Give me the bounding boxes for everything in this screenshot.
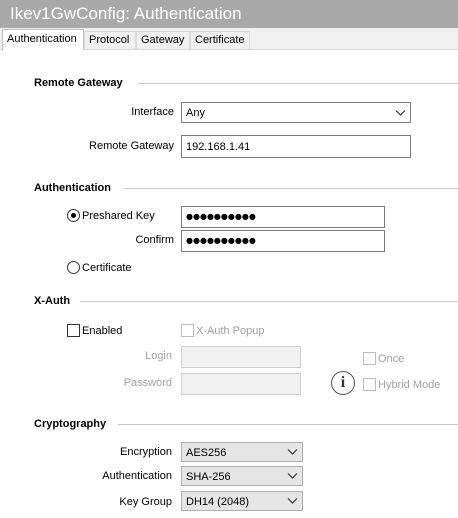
info-icon[interactable]: i: [331, 371, 355, 395]
interface-select[interactable]: Any: [181, 102, 411, 123]
key-group-select[interactable]: DH14 (2048): [181, 491, 303, 511]
hybrid-mode-label: Hybrid Mode: [378, 379, 441, 391]
interface-label: Interface: [131, 106, 174, 118]
section-divider: [124, 188, 458, 189]
encryption-select-value: AES256: [186, 447, 227, 459]
chevron-down-icon: [395, 109, 406, 116]
preshared-key-radio[interactable]: [67, 209, 80, 222]
tab-authentication[interactable]: Authentication: [2, 29, 84, 50]
key-group-select-value: DH14 (2048): [186, 496, 249, 508]
confirm-label: Confirm: [135, 234, 174, 246]
once-label: Once: [378, 353, 405, 365]
hybrid-mode-checkbox[interactable]: [363, 378, 376, 391]
once-checkbox[interactable]: [363, 352, 376, 365]
tab-certificate[interactable]: Certificate: [190, 31, 250, 49]
section-title-remote-gateway: Remote Gateway: [34, 77, 123, 89]
section-divider: [80, 301, 458, 302]
encryption-label: Encryption: [120, 446, 172, 458]
chevron-down-icon: [287, 498, 298, 504]
authentication-algo-select[interactable]: SHA-256: [181, 466, 303, 486]
xauth-enabled-label: Enabled: [82, 325, 123, 337]
key-group-label: Key Group: [119, 496, 172, 508]
section-divider: [138, 83, 458, 84]
chevron-down-icon: [287, 473, 298, 479]
password-label: Password: [123, 377, 172, 389]
remote-gateway-input[interactable]: 192.168.1.41: [181, 135, 411, 158]
certificate-radio[interactable]: [67, 261, 80, 274]
chevron-down-icon: [287, 449, 298, 455]
preshared-key-input[interactable]: ●●●●●●●●●●: [181, 206, 385, 228]
window-title: Ikev1GwConfig: Authentication: [10, 4, 242, 23]
preshared-key-label: Preshared Key: [82, 210, 155, 222]
section-title-xauth: X-Auth: [34, 295, 71, 307]
radio-selected-dot: [71, 213, 76, 218]
xauth-enabled-checkbox[interactable]: [67, 324, 80, 337]
xauth-popup-label: X-Auth Popup: [196, 325, 265, 337]
interface-select-value: Any: [186, 107, 205, 119]
xauth-popup-checkbox[interactable]: [181, 324, 194, 337]
certificate-label: Certificate: [82, 262, 132, 274]
remote-gateway-label: Remote Gateway: [89, 140, 174, 152]
login-input[interactable]: [181, 346, 301, 368]
authentication-algo-label: Authentication: [102, 470, 172, 482]
password-input[interactable]: [181, 373, 301, 395]
section-title-authentication: Authentication: [34, 182, 111, 194]
section-divider: [118, 424, 458, 425]
tab-protocol[interactable]: Protocol: [84, 31, 136, 49]
encryption-select[interactable]: AES256: [181, 442, 303, 462]
authentication-algo-select-value: SHA-256: [186, 471, 231, 483]
section-title-cryptography: Cryptography: [34, 418, 107, 430]
tab-gateway[interactable]: Gateway: [136, 31, 190, 49]
login-label: Login: [145, 350, 172, 362]
confirm-key-input[interactable]: ●●●●●●●●●●: [181, 230, 385, 252]
